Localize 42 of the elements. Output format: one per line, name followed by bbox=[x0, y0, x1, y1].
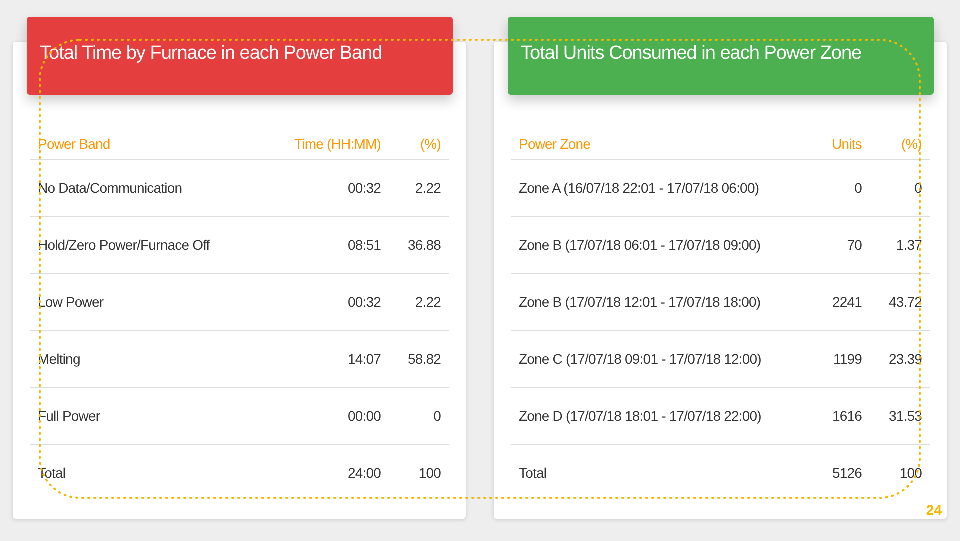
table-cell: 58.82 bbox=[408, 350, 441, 366]
table-cell: Total bbox=[519, 465, 547, 481]
table-cell: 2.22 bbox=[415, 180, 441, 196]
table-cell: 36.88 bbox=[408, 236, 441, 252]
table-cell: Zone A (16/07/18 22:01 - 17/07/18 06:00) bbox=[519, 180, 760, 196]
table-cell: 2.22 bbox=[415, 294, 441, 310]
table-cell: 1199 bbox=[833, 350, 862, 366]
table-cell: Zone B (17/07/18 12:01 - 17/07/18 18:00) bbox=[519, 294, 761, 310]
table-cell: 24:00 bbox=[348, 465, 381, 481]
table-cell: Total bbox=[38, 465, 66, 481]
column-header: Power Zone bbox=[519, 136, 590, 152]
column-header: Units bbox=[832, 136, 862, 152]
table-cell: Zone D (17/07/18 18:01 - 17/07/18 22:00) bbox=[519, 408, 762, 424]
table-cell: 00:32 bbox=[348, 294, 381, 310]
column-header: Time (HH:MM) bbox=[294, 136, 381, 152]
column-header: Power Band bbox=[38, 136, 110, 152]
table-cell: 31.53 bbox=[888, 408, 922, 424]
table-cell: 100 bbox=[418, 465, 441, 481]
table-cell: 00:32 bbox=[348, 180, 381, 196]
table-cell: 43.72 bbox=[888, 294, 922, 310]
table-cell: 00:00 bbox=[348, 408, 381, 424]
table-cell: 08:51 bbox=[348, 236, 381, 252]
table-cell: Low Power bbox=[38, 294, 104, 310]
table-cell: 2241 bbox=[832, 294, 862, 310]
card-title: Total Units Consumed in each Power Zone bbox=[521, 42, 862, 66]
table-cell: 0 bbox=[434, 408, 441, 424]
page-number: 24 bbox=[926, 501, 942, 520]
table-cell: Melting bbox=[38, 350, 80, 366]
table-cell: Zone B (17/07/18 06:01 - 17/07/18 09:00) bbox=[519, 236, 761, 252]
card-title: Total Time by Furnace in each Power Band bbox=[40, 42, 382, 66]
table-cell: 5126 bbox=[832, 465, 862, 481]
column-header: (%) bbox=[420, 136, 441, 152]
table-cell: Zone C (17/07/18 09:01 - 17/07/18 12:00) bbox=[519, 350, 762, 366]
table-cell: 70 bbox=[847, 236, 862, 252]
table-cell: 1.37 bbox=[896, 236, 922, 252]
table-cell: 100 bbox=[900, 465, 922, 481]
table-cell: 14:07 bbox=[348, 350, 381, 366]
table-cell: Hold/Zero Power/Furnace Off bbox=[38, 236, 210, 252]
table-cell: 23.39 bbox=[888, 350, 922, 366]
table-cell: Full Power bbox=[38, 408, 100, 424]
table-cell: 0 bbox=[854, 180, 862, 196]
table-cell: 1616 bbox=[832, 408, 862, 424]
